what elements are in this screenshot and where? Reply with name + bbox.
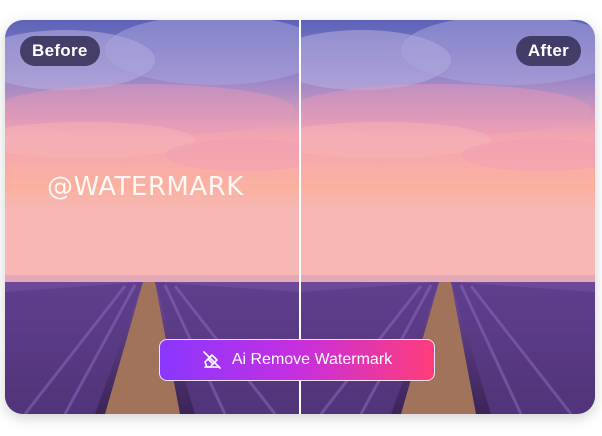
before-label: Before [20,36,100,66]
ai-remove-watermark-button[interactable]: Ai Remove Watermark [159,339,435,381]
ai-remove-watermark-label: Ai Remove Watermark [231,351,393,368]
after-label: After [515,36,581,66]
watermark-overlay-text: @WATERMARK [47,172,244,202]
eraser-icon [202,350,222,370]
